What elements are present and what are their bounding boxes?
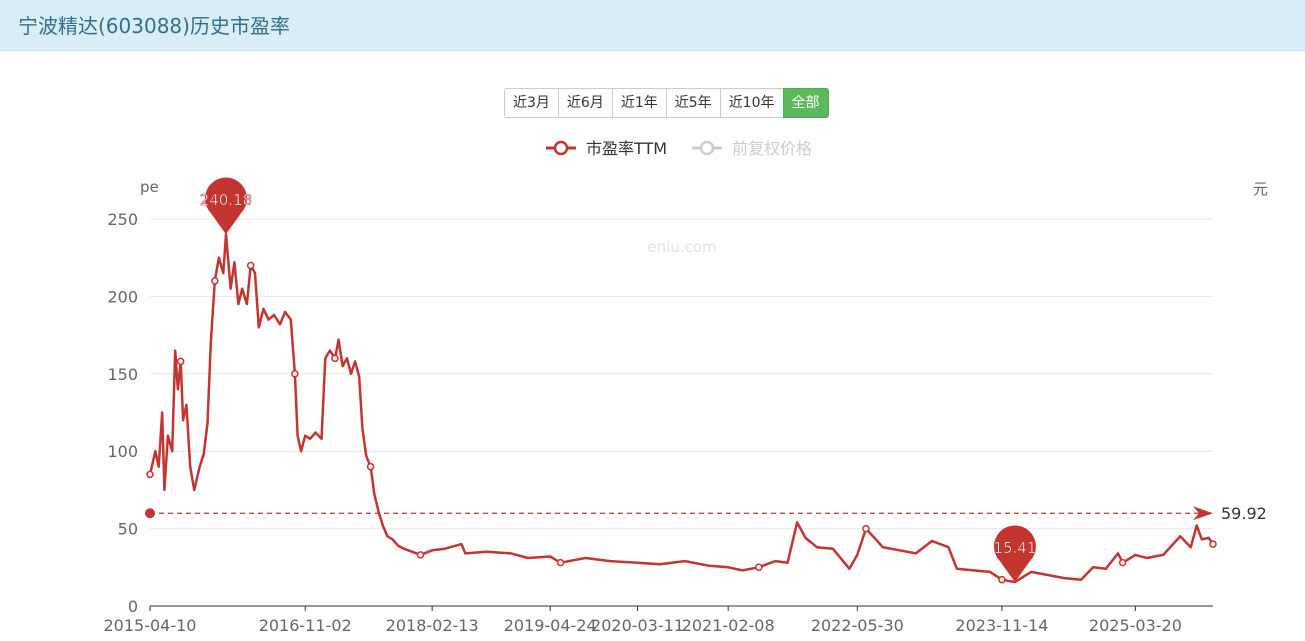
y-tick-label-2: 100 (107, 442, 138, 461)
max-pin: 240.18 (199, 177, 253, 235)
pe-point (1209, 540, 1217, 548)
y-tick-label-5: 250 (107, 210, 138, 229)
pe-point (556, 558, 565, 567)
pe-history-chart: eniu.com 市盈率TTM 前复权价格 pe 元 0 50 100 150 200 250 201… (104, 139, 1268, 635)
legend-marker-1 (699, 140, 715, 156)
pe-point (146, 470, 154, 479)
x-tick-label-2: 2018-02-13 (386, 616, 479, 635)
y-axis-label: pe (140, 178, 159, 196)
pe-point (366, 462, 375, 471)
pe-point (176, 357, 185, 366)
y-tick-label-4: 200 (107, 287, 138, 306)
pe-point (416, 551, 425, 559)
pe-point (331, 354, 339, 363)
x-tick-label-5: 2021-02-08 (682, 616, 775, 635)
y-tick-label-1: 50 (118, 520, 138, 539)
x-tick-label-3: 2019-04-24 (504, 616, 597, 635)
x-tick-label-1: 2016-11-02 (259, 616, 352, 635)
pe-point (211, 277, 219, 285)
x-tick-label-6: 2022-05-30 (811, 616, 904, 635)
pe-point (291, 370, 299, 378)
x-tick-label-0: 2015-04-10 (104, 616, 197, 635)
legend: 市盈率TTM 前复权价格 (546, 139, 812, 158)
x-tick-label-8: 2025-03-20 (1089, 616, 1182, 635)
max-pin-label: 240.18 (200, 191, 253, 209)
x-tick-label-7: 2023-11-14 (955, 616, 1048, 635)
legend-marker-0 (553, 140, 569, 156)
y-tick-label-3: 150 (107, 365, 138, 384)
legend-label-1: 前复权价格 (732, 139, 812, 158)
pe-series-line (148, 232, 1215, 584)
legend-label-0: 市盈率TTM (586, 139, 667, 158)
watermark: eniu.com (647, 238, 716, 256)
pe-point (246, 261, 255, 270)
pe-point (1118, 558, 1127, 567)
pe-point (755, 563, 763, 572)
pe-point (862, 524, 870, 533)
x-tick-label-4: 2020-03-11 (591, 616, 684, 635)
y-tick-label-0: 0 (128, 597, 138, 616)
y2-axis-label: 元 (1253, 180, 1268, 198)
pe-point (998, 575, 1006, 584)
mean-line-start (145, 508, 155, 519)
mean-value-label: 59.92 (1221, 504, 1267, 523)
min-pin-label: 15.41 (993, 539, 1036, 557)
